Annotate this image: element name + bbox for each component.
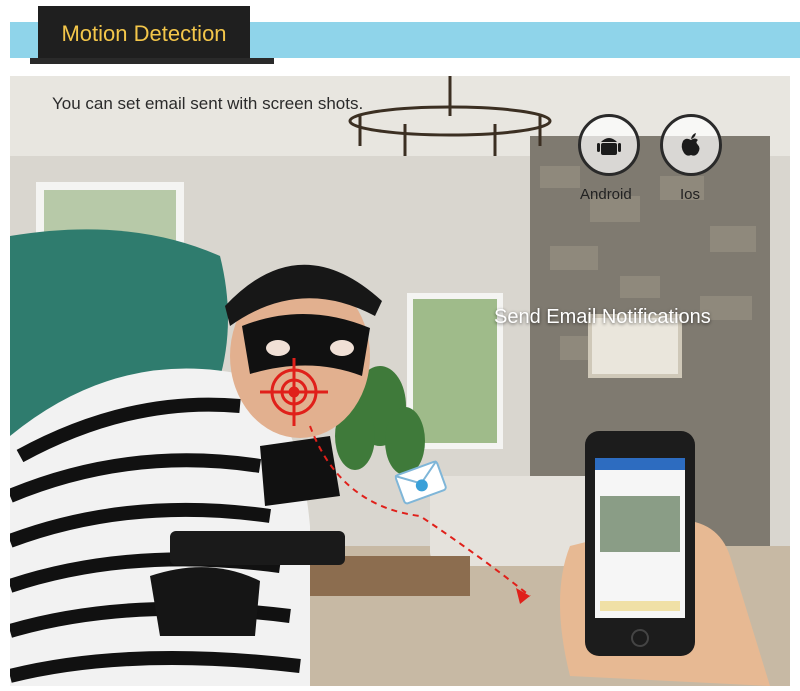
caption-text: You can set email sent with screen shots… [52, 94, 364, 113]
section-title: Motion Detection [38, 6, 250, 62]
android-icon [578, 114, 640, 176]
android-label: Android [580, 186, 632, 203]
center-window [410, 296, 500, 446]
title-tab-base [30, 58, 274, 64]
apple-glyph [681, 133, 700, 156]
ios-label: Ios [680, 186, 701, 203]
notification-label: Send Email Notifications [494, 306, 711, 328]
android-glyph [597, 138, 621, 155]
apple-icon [660, 114, 722, 176]
